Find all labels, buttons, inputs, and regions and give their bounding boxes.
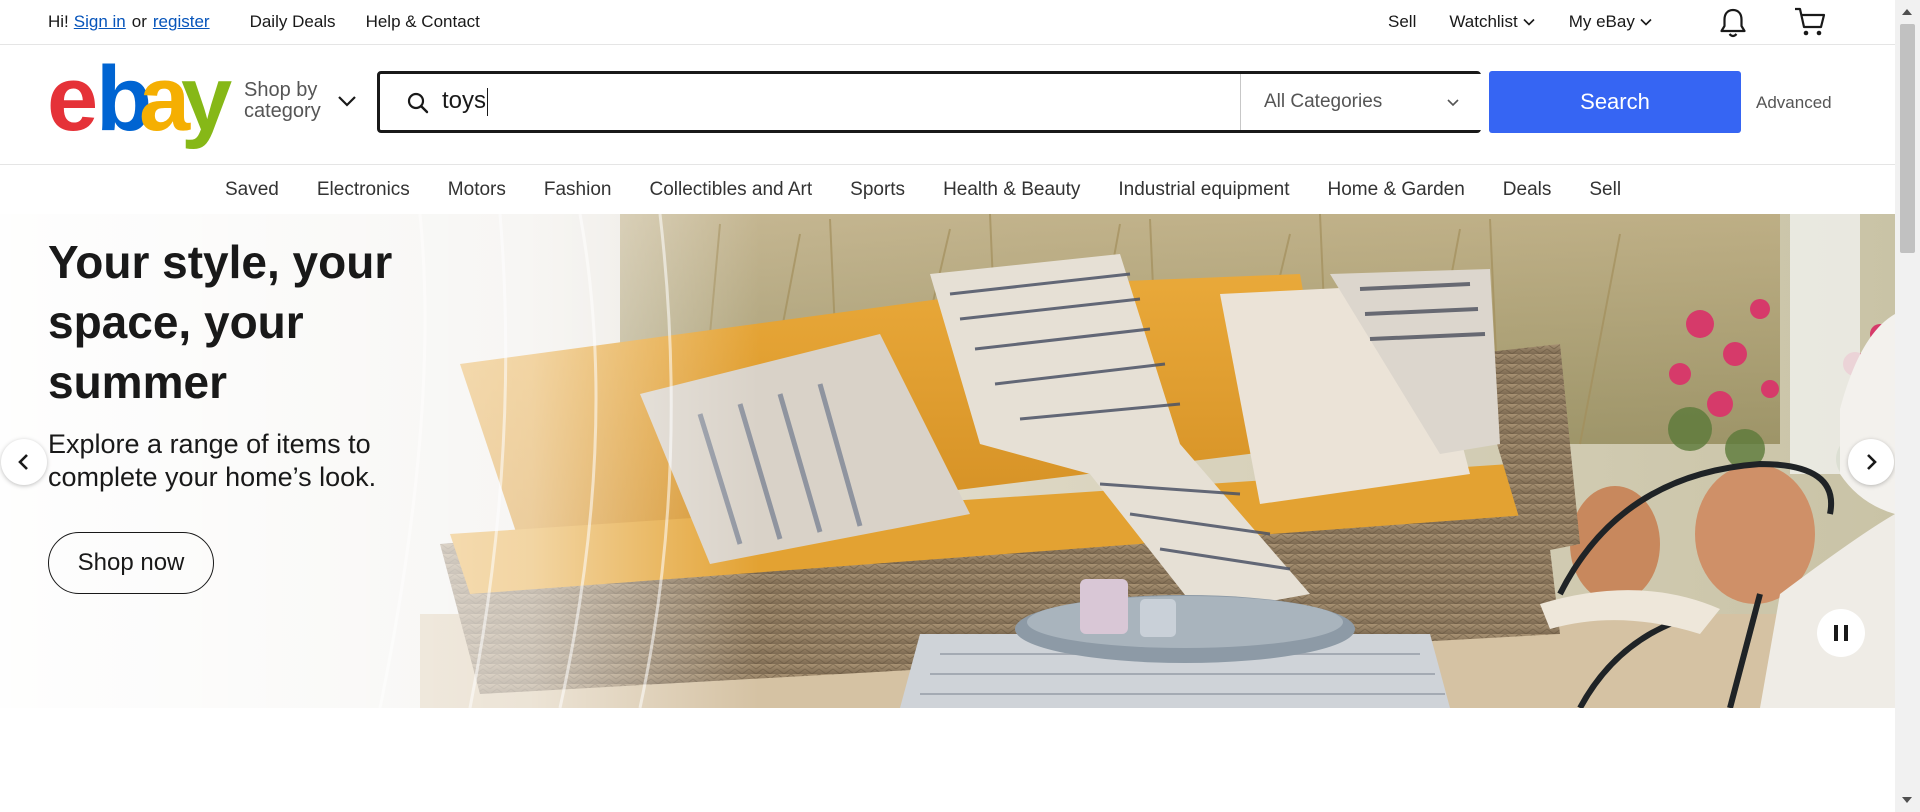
search-input[interactable]: toys (442, 87, 489, 116)
my-ebay-dropdown[interactable]: My eBay (1569, 12, 1652, 32)
logo-letter-a: a (139, 48, 190, 150)
category-select[interactable]: All Categories (1240, 74, 1481, 130)
sell-link[interactable]: Sell (1388, 12, 1416, 32)
page-scrollbar[interactable] (1895, 0, 1920, 812)
notification-bell-icon[interactable] (1718, 7, 1748, 39)
or-text: or (131, 12, 147, 31)
hero-banner[interactable]: Your style, your space, your summer Expl… (0, 214, 1895, 708)
logo-letter-e: e (47, 48, 98, 150)
nav-item-sell[interactable]: Sell (1589, 179, 1621, 201)
nav-item-electronics[interactable]: Electronics (317, 179, 410, 201)
logo-letter-b: b (96, 48, 152, 150)
pause-icon (1834, 625, 1838, 641)
chevron-left-icon (18, 454, 28, 470)
hero-subtitle: Explore a range of items to complete you… (48, 429, 377, 492)
hero-title: Your style, your space, your summer (48, 236, 393, 408)
nav-item-saved[interactable]: Saved (225, 179, 279, 201)
carousel-pause-button[interactable] (1817, 609, 1865, 657)
watchlist-dropdown[interactable]: Watchlist (1449, 12, 1535, 32)
chevron-down-icon[interactable] (337, 94, 357, 108)
advanced-search-link[interactable]: Advanced (1756, 93, 1832, 113)
shop-now-button[interactable]: Shop now (48, 532, 214, 594)
carousel-next-button[interactable] (1848, 439, 1894, 485)
ebay-logo[interactable]: e b a y (47, 53, 232, 145)
nav-item-health-beauty[interactable]: Health & Beauty (943, 179, 1080, 201)
top-utility-bar: Hi! Sign in or register Daily Deals Help… (0, 0, 1895, 45)
chevron-down-icon (1447, 99, 1459, 107)
scroll-up-arrow[interactable] (1902, 9, 1912, 15)
scrollbar-thumb[interactable] (1900, 24, 1915, 253)
chevron-down-icon (1523, 18, 1535, 26)
nav-item-sports[interactable]: Sports (850, 179, 905, 201)
scroll-down-arrow[interactable] (1902, 797, 1912, 803)
search-button[interactable]: Search (1489, 71, 1741, 133)
search-bar: toys All Categories (377, 71, 1481, 133)
logo-letter-y: y (181, 48, 232, 150)
shop-by-label-line2: category (244, 100, 321, 122)
chevron-right-icon (1867, 454, 1877, 470)
category-select-value: All Categories (1264, 91, 1383, 112)
register-link[interactable]: register (153, 12, 210, 32)
nav-item-collectibles-art[interactable]: Collectibles and Art (649, 179, 812, 201)
shopping-cart-icon[interactable] (1793, 6, 1827, 38)
topbar-left: Hi! Sign in or register Daily Deals Help… (48, 12, 480, 32)
chevron-down-icon (1640, 18, 1652, 26)
shop-by-category-button[interactable]: Shop by category (244, 80, 321, 122)
help-contact-link[interactable]: Help & Contact (366, 12, 480, 32)
text-caret (487, 87, 489, 116)
sign-in-link[interactable]: Sign in (74, 12, 126, 32)
nav-item-deals[interactable]: Deals (1503, 179, 1552, 201)
category-nav: Saved Electronics Motors Fashion Collect… (0, 164, 1895, 214)
pause-icon (1844, 625, 1848, 641)
watchlist-label: Watchlist (1449, 12, 1518, 31)
nav-item-home-garden[interactable]: Home & Garden (1327, 179, 1464, 201)
search-query-text: toys (442, 87, 487, 114)
daily-deals-link[interactable]: Daily Deals (250, 12, 336, 32)
carousel-prev-button[interactable] (1, 439, 47, 485)
nav-item-fashion[interactable]: Fashion (544, 179, 612, 201)
nav-item-industrial-equipment[interactable]: Industrial equipment (1118, 179, 1289, 201)
greeting-text: Hi! (48, 12, 69, 31)
my-ebay-label: My eBay (1568, 12, 1635, 31)
search-icon (407, 92, 429, 114)
nav-item-motors[interactable]: Motors (448, 179, 506, 201)
shop-by-label-line1: Shop by (244, 79, 318, 101)
topbar-right: Sell Watchlist My eBay (1388, 12, 1652, 32)
